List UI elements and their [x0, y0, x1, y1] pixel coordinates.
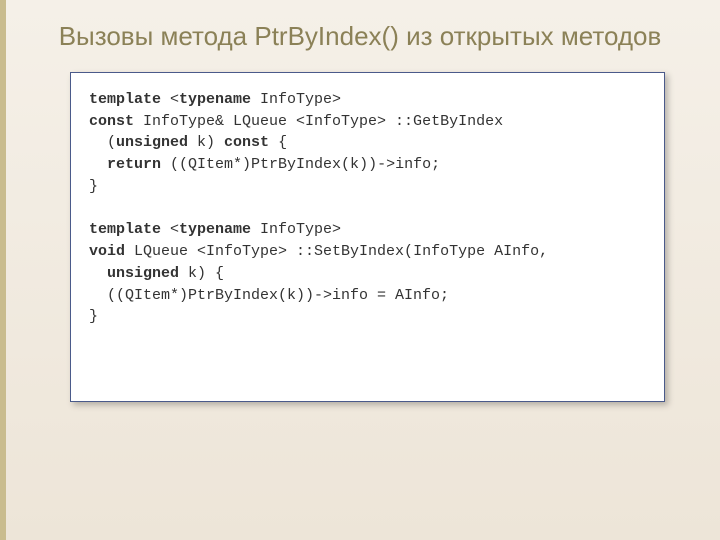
code-text: ((QItem*)PtrByIndex(k))->info; [161, 156, 440, 173]
code-text: ((QItem*)PtrByIndex(k))->info = AInfo; [89, 287, 449, 304]
code-box: template <typename InfoType> const InfoT… [70, 72, 665, 402]
code-text: LQueue <InfoType> ::SetByIndex(InfoType … [125, 243, 548, 260]
code-text: } [89, 178, 98, 195]
code-text: InfoType> [251, 91, 341, 108]
slide-container: Вызовы метода PtrByIndex() из открытых м… [0, 0, 720, 540]
accent-strip [0, 0, 6, 540]
slide-title: Вызовы метода PtrByIndex() из открытых м… [0, 20, 720, 54]
code-text: k) [188, 134, 224, 151]
code-content: template <typename InfoType> const InfoT… [89, 89, 646, 328]
code-text: InfoType& LQueue <InfoType> ::GetByIndex [134, 113, 503, 130]
code-keyword: unsigned [116, 134, 188, 151]
code-keyword: typename [179, 91, 251, 108]
code-text: < [161, 91, 179, 108]
code-text: k) { [179, 265, 224, 282]
code-text: InfoType> [251, 221, 341, 238]
code-keyword: void [89, 243, 125, 260]
code-keyword: const [89, 113, 134, 130]
code-text [89, 156, 107, 173]
code-text: ( [89, 134, 116, 151]
code-keyword: return [107, 156, 161, 173]
code-keyword: unsigned [107, 265, 179, 282]
code-keyword: typename [179, 221, 251, 238]
code-keyword: template [89, 91, 161, 108]
code-text: { [269, 134, 287, 151]
code-text: < [161, 221, 179, 238]
code-text [89, 265, 107, 282]
code-keyword: const [224, 134, 269, 151]
code-text: } [89, 308, 98, 325]
code-keyword: template [89, 221, 161, 238]
